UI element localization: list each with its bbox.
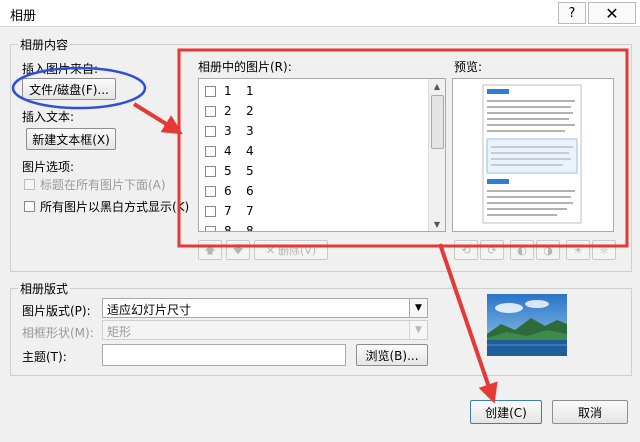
list-item-number: 6 — [224, 184, 232, 198]
list-item-name: 3 — [246, 124, 254, 138]
insert-from-label: 插入图片来自: — [22, 62, 99, 76]
list-item-name: 6 — [246, 184, 254, 198]
list-item-checkbox[interactable] — [205, 125, 216, 137]
black-white-label: 所有图片以黑白方式显示(K) — [40, 200, 190, 214]
insert-text-label: 插入文本: — [22, 110, 75, 124]
frame-shape-value: 矩形 — [107, 325, 132, 339]
brightness-up-icon: ☀ — [573, 243, 583, 257]
scroll-thumb[interactable] — [431, 95, 444, 149]
picture-layout-label: 图片版式(P): — [22, 304, 91, 318]
caption-below-checkbox[interactable] — [24, 179, 35, 190]
rotate-left-icon: ⟲ — [461, 243, 471, 257]
list-item[interactable]: 2 2 — [205, 101, 254, 121]
list-item-number: 2 — [224, 104, 232, 118]
list-item[interactable]: 7 7 — [205, 201, 254, 221]
list-item[interactable]: 5 5 — [205, 161, 254, 181]
list-item[interactable]: 8 8 — [205, 221, 254, 232]
picture-options-label: 图片选项: — [22, 160, 75, 174]
list-item[interactable]: 6 6 — [205, 181, 254, 201]
list-item-checkbox[interactable] — [205, 145, 216, 157]
frame-shape-label: 相框形状(M): — [22, 326, 94, 340]
list-item-name: 2 — [246, 104, 254, 118]
preview-pane — [452, 78, 614, 232]
preview-label: 预览: — [454, 60, 483, 74]
contrast-down-icon: ◑ — [543, 243, 553, 257]
brightness-down-icon: ☼ — [599, 243, 609, 257]
close-icon: ✕ — [605, 3, 619, 23]
album-layout-title: 相册版式 — [18, 280, 71, 297]
landscape-image — [487, 294, 567, 356]
list-item-checkbox[interactable] — [205, 185, 216, 197]
list-item-number: 7 — [224, 204, 232, 218]
cancel-button[interactable]: 取消 — [552, 400, 628, 424]
theme-input[interactable] — [102, 344, 346, 366]
pictures-label: 相册中的图片(R): — [198, 60, 292, 74]
rotate-left-button[interactable]: ⟲ — [454, 240, 478, 260]
pictures-listbox[interactable]: 1 1 2 2 3 3 4 4 5 5 6 6 7 7 8 8 ▲ ▼ — [198, 78, 446, 232]
list-item-name: 1 — [246, 84, 254, 98]
caption-below-label: 标题在所有图片下面(A) — [40, 178, 166, 192]
rotate-right-icon: ⟳ — [487, 243, 497, 257]
brightness-down-button[interactable]: ☼ — [592, 240, 616, 260]
list-item[interactable]: 3 3 — [205, 121, 254, 141]
contrast-down-button[interactable]: ◑ — [536, 240, 560, 260]
arrow-down-icon: 🡇 — [232, 242, 244, 256]
chevron-down-icon[interactable]: ▼ — [409, 299, 427, 317]
new-textbox-button[interactable]: 新建文本框(X) — [26, 128, 116, 150]
layout-preview-image — [487, 294, 567, 356]
list-item-number: 8 — [224, 224, 232, 232]
title-bar — [0, 0, 640, 27]
list-item-number: 1 — [224, 84, 232, 98]
list-item-checkbox[interactable] — [205, 85, 216, 97]
rotate-right-button[interactable]: ⟳ — [480, 240, 504, 260]
close-button[interactable]: ✕ — [588, 2, 636, 24]
list-item-checkbox[interactable] — [205, 105, 216, 117]
brightness-up-button[interactable]: ☀ — [566, 240, 590, 260]
list-item-name: 7 — [246, 204, 254, 218]
list-item-checkbox[interactable] — [205, 165, 216, 177]
delete-button[interactable]: ✕ 删除(V) — [254, 240, 328, 260]
file-disk-button[interactable]: 文件/磁盘(F)... — [22, 78, 116, 100]
picture-layout-select[interactable]: 适应幻灯片尺寸 ▼ — [102, 298, 428, 318]
black-white-checkbox[interactable] — [24, 201, 35, 212]
list-item-number: 5 — [224, 164, 232, 178]
list-item-name: 4 — [246, 144, 254, 158]
picture-layout-value: 适应幻灯片尺寸 — [107, 303, 192, 317]
contrast-up-button[interactable]: ◐ — [510, 240, 534, 260]
list-item-number: 4 — [224, 144, 232, 158]
move-up-button[interactable]: 🡅 — [198, 240, 222, 260]
list-item-name: 8 — [246, 224, 254, 232]
arrow-up-icon: 🡅 — [204, 242, 216, 256]
move-down-button[interactable]: 🡇 — [226, 240, 250, 260]
contrast-up-icon: ◐ — [517, 243, 527, 257]
delete-x-icon: ✕ — [265, 243, 276, 257]
preview-document-thumbnail — [482, 84, 582, 224]
chevron-down-icon[interactable]: ▼ — [409, 321, 427, 339]
scroll-down-arrow-icon[interactable]: ▼ — [429, 217, 445, 231]
list-item[interactable]: 1 1 — [205, 81, 254, 101]
delete-button-label: 删除(V) — [278, 244, 317, 257]
list-item-number: 3 — [224, 124, 232, 138]
album-content-title: 相册内容 — [18, 36, 71, 53]
theme-label: 主题(T): — [22, 350, 67, 364]
help-button[interactable]: ? — [558, 2, 586, 24]
list-item-checkbox[interactable] — [205, 225, 216, 231]
browse-button[interactable]: 浏览(B)... — [356, 344, 428, 366]
create-button[interactable]: 创建(C) — [470, 400, 542, 424]
list-item-checkbox[interactable] — [205, 205, 216, 217]
scroll-up-arrow-icon[interactable]: ▲ — [429, 79, 445, 93]
list-item[interactable]: 4 4 — [205, 141, 254, 161]
list-item-name: 5 — [246, 164, 254, 178]
frame-shape-select[interactable]: 矩形 ▼ — [102, 320, 428, 340]
window-title: 相册 — [10, 9, 37, 24]
list-scrollbar[interactable]: ▲ ▼ — [428, 79, 445, 231]
